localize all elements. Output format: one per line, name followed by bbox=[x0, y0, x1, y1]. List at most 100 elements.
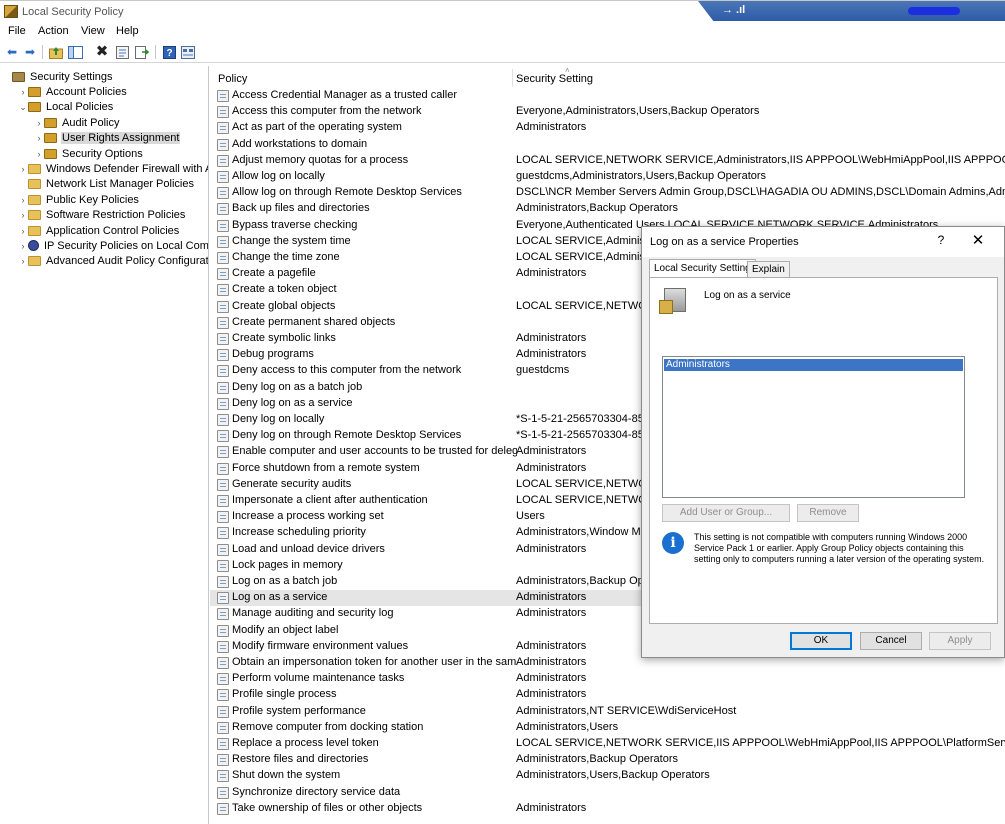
menu-view[interactable]: View bbox=[79, 25, 107, 37]
policy-name: Load and unload device drivers bbox=[232, 542, 385, 555]
policy-row[interactable]: Profile system performance Administrators… bbox=[210, 704, 1005, 720]
menu-help[interactable]: Help bbox=[114, 25, 141, 37]
policy-row[interactable]: Allow log on locally guestdcms,Administra… bbox=[210, 169, 1005, 185]
policy-row[interactable]: Synchronize directory service data bbox=[210, 785, 1005, 801]
policy-icon bbox=[217, 624, 229, 637]
policy-name: Manage auditing and security log bbox=[232, 607, 394, 620]
policy-name: Generate security audits bbox=[232, 477, 352, 490]
svg-text:?: ? bbox=[166, 48, 172, 59]
dialog-titlebar[interactable]: Log on as a service Properties ? ✕ bbox=[642, 227, 1004, 257]
policy-row[interactable]: Allow log on through Remote Desktop Serv… bbox=[210, 185, 1005, 201]
policy-icon bbox=[217, 187, 229, 200]
column-header-security-setting[interactable]: Security Setting bbox=[516, 73, 593, 85]
policy-name: Shut down the system bbox=[232, 769, 341, 782]
policy-name: Bypass traverse checking bbox=[232, 218, 358, 231]
policy-name: Deny log on as a service bbox=[232, 396, 353, 409]
policy-row[interactable]: Access this computer from the network Eve… bbox=[210, 104, 1005, 120]
tree-item-ip-security-policies-on-local-compute[interactable]: › IP Security Policies on Local Compute bbox=[18, 238, 209, 253]
console-icon[interactable] bbox=[180, 44, 196, 60]
menu-file[interactable]: File bbox=[6, 25, 28, 37]
chevron-right-icon[interactable]: › bbox=[34, 149, 44, 159]
apply-button[interactable]: Apply bbox=[929, 632, 991, 650]
policy-icon bbox=[217, 154, 229, 167]
policy-name: Access Credential Manager as a trusted c… bbox=[232, 89, 457, 101]
chevron-down-icon[interactable]: ⌄ bbox=[18, 102, 28, 113]
policy-row[interactable]: Access Credential Manager as a trusted c… bbox=[210, 88, 1005, 104]
policy-row[interactable]: Perform volume maintenance tasks Administ… bbox=[210, 671, 1005, 687]
add-user-or-group-button[interactable]: Add User or Group... bbox=[662, 504, 790, 522]
menu-action[interactable]: Action bbox=[36, 25, 71, 37]
tree-item-user-rights-assignment[interactable]: › User Rights Assignment bbox=[34, 131, 181, 146]
folder-icon bbox=[28, 163, 41, 174]
chevron-right-icon[interactable]: › bbox=[34, 118, 44, 128]
policy-row[interactable]: Shut down the system Administrators,Users… bbox=[210, 768, 1005, 784]
tree-item-software-restriction-policies[interactable]: › Software Restriction Policies bbox=[18, 208, 186, 223]
export-list-icon[interactable] bbox=[134, 44, 150, 60]
policy-row[interactable]: Back up files and directories Administrat… bbox=[210, 201, 1005, 217]
policy-name: Create global objects bbox=[232, 299, 336, 312]
member-item-administrators[interactable]: Administrators bbox=[664, 359, 963, 371]
chevron-right-icon[interactable]: › bbox=[18, 210, 28, 220]
tree-item-audit-policy[interactable]: › Audit Policy bbox=[34, 115, 120, 130]
policy-icon bbox=[217, 381, 229, 394]
security-setting-value: DSCL\NCR Member Servers Admin Group,DSCL… bbox=[516, 186, 1005, 199]
policy-row[interactable]: Adjust memory quotas for a process LOCAL … bbox=[210, 153, 1005, 169]
chevron-right-icon[interactable]: › bbox=[18, 195, 28, 205]
tree-item-application-control-policies[interactable]: › Application Control Policies bbox=[18, 223, 180, 238]
back-icon[interactable]: ⬅ bbox=[4, 44, 20, 60]
tree-item-label: Audit Policy bbox=[62, 116, 120, 129]
tab-explain[interactable]: Explain bbox=[747, 261, 790, 278]
remove-button[interactable]: Remove bbox=[797, 504, 859, 522]
column-header-policy[interactable]: Policy bbox=[218, 73, 247, 85]
policy-name: Create symbolic links bbox=[232, 332, 336, 344]
ok-button[interactable]: OK bbox=[790, 632, 852, 650]
tree-item-network-list-manager-policies[interactable]: Network List Manager Policies bbox=[18, 177, 195, 192]
policy-icon bbox=[217, 689, 229, 702]
policy-row[interactable]: Take ownership of files or other objects… bbox=[210, 801, 1005, 817]
folder-icon bbox=[28, 102, 41, 113]
cancel-button[interactable]: Cancel bbox=[860, 632, 922, 650]
policy-icon bbox=[217, 527, 229, 540]
help-icon[interactable]: ? bbox=[934, 233, 948, 247]
member-list[interactable]: Administrators bbox=[662, 356, 965, 498]
policy-row[interactable]: Restore files and directories Administrat… bbox=[210, 752, 1005, 768]
policy-row[interactable]: Add workstations to domain bbox=[210, 137, 1005, 153]
chevron-right-icon[interactable]: › bbox=[18, 87, 28, 97]
tree-item-windows-defender-firewall-with-adva[interactable]: › Windows Defender Firewall with Adva bbox=[18, 161, 209, 176]
policy-icon bbox=[217, 511, 229, 524]
tab-local-security-setting[interactable]: Local Security Setting bbox=[649, 259, 756, 278]
chevron-right-icon[interactable]: › bbox=[18, 256, 28, 266]
tree-item-security-settings[interactable]: Security Settings bbox=[2, 69, 114, 84]
policy-icon bbox=[217, 349, 229, 362]
tree-item-security-options[interactable]: › Security Options bbox=[34, 146, 144, 161]
policy-icon bbox=[217, 738, 229, 750]
help-icon[interactable]: ? bbox=[161, 44, 177, 60]
tree-item-account-policies[interactable]: › Account Policies bbox=[18, 84, 128, 99]
policy-row[interactable]: Replace a process level token LOCAL SERVI… bbox=[210, 736, 1005, 752]
chevron-right-icon[interactable]: › bbox=[18, 164, 28, 174]
properties-icon[interactable] bbox=[114, 44, 130, 60]
tree-item-public-key-policies[interactable]: › Public Key Policies bbox=[18, 192, 140, 207]
chevron-right-icon[interactable]: › bbox=[18, 226, 28, 236]
policy-name: Add workstations to domain bbox=[232, 137, 368, 150]
up-folder-icon[interactable] bbox=[48, 44, 64, 60]
chevron-right-icon[interactable]: › bbox=[18, 241, 28, 251]
delete-icon[interactable]: ✖ bbox=[94, 44, 110, 60]
policy-row[interactable]: Remove computer from docking station Admi… bbox=[210, 720, 1005, 736]
policy-row[interactable]: Act as part of the operating system Admin… bbox=[210, 120, 1005, 136]
dialog-policy-name: Log on as a service bbox=[704, 290, 791, 301]
tree-item-label: Advanced Audit Policy Configuration bbox=[46, 255, 209, 268]
policy-icon bbox=[217, 316, 229, 329]
column-divider[interactable] bbox=[512, 69, 513, 87]
policy-icon bbox=[217, 365, 229, 378]
policy-row[interactable]: Profile single process Administrators bbox=[210, 687, 1005, 703]
close-icon[interactable]: ✕ bbox=[970, 231, 986, 249]
tree-item-advanced-audit-policy-configuration[interactable]: › Advanced Audit Policy Configuration bbox=[18, 254, 209, 269]
tree-item-local-policies[interactable]: ⌄ Local Policies bbox=[18, 100, 114, 115]
forward-icon[interactable]: ➡ bbox=[22, 44, 38, 60]
remote-connection-bar[interactable]: → .ıl bbox=[698, 1, 1005, 21]
chevron-right-icon[interactable]: › bbox=[34, 133, 44, 143]
security-setting-value: Administrators bbox=[516, 688, 587, 701]
policy-icon bbox=[217, 252, 229, 264]
show-hide-tree-icon[interactable] bbox=[67, 44, 83, 60]
